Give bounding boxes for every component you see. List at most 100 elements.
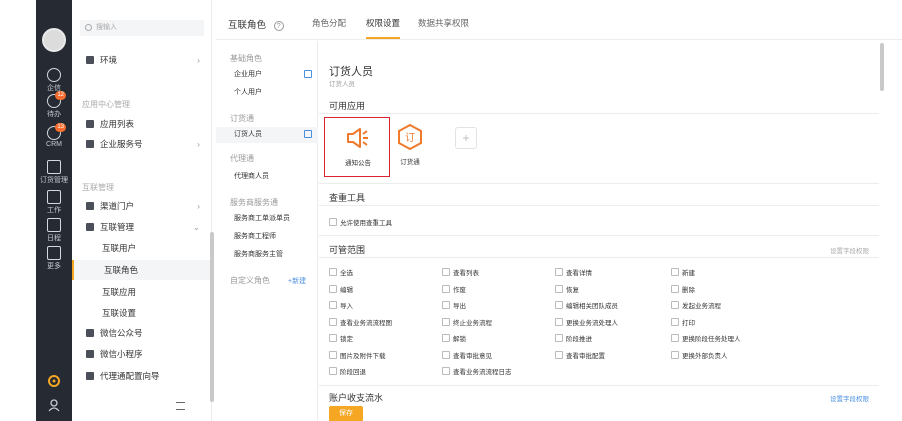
divider <box>319 235 879 236</box>
bar-chart-icon <box>86 202 94 210</box>
permission-checkbox[interactable]: 导入 <box>329 300 353 310</box>
top-tabs: 互联角色 ? 角色分配 权限设置 数据共享权限 <box>216 0 902 40</box>
sidebar-item-wechat-official[interactable]: 微信公众号 <box>72 323 212 343</box>
permission-checkbox[interactable]: 查看列表 <box>442 267 479 277</box>
rail-item-order[interactable]: 订货管理 <box>36 160 72 185</box>
megaphone-icon <box>347 128 368 148</box>
rail-item-work[interactable]: 工作 <box>36 190 72 215</box>
permission-checkbox[interactable]: 锁定 <box>329 333 353 343</box>
edit-icon[interactable] <box>304 130 312 138</box>
app-tile-order[interactable]: 订 订货通 <box>385 117 435 177</box>
tab-data-share[interactable]: 数据共享权限 <box>418 17 469 29</box>
permission-checkbox[interactable]: 作废 <box>442 284 466 294</box>
dup-check-checkbox[interactable]: 允许使用查重工具 <box>329 217 392 227</box>
field-permission-link[interactable]: 设置字段权限 <box>830 245 869 255</box>
sidebar-item-interconnect-settings[interactable]: 互联设置 <box>72 303 212 323</box>
tab-role-assign[interactable]: 角色分配 <box>312 17 346 29</box>
sidebar-item-app-list[interactable]: 应用列表 <box>72 114 212 134</box>
permission-checkbox[interactable]: 删除 <box>671 284 695 294</box>
permission-checkbox[interactable]: 解锁 <box>442 333 466 343</box>
admin-sidebar: 搜输入 环境 › 应用中心管理 应用列表 企业服务号 › 互联管理 渠道门户 ›… <box>72 0 212 421</box>
rail-item-crm[interactable]: 13 CRM <box>36 123 72 148</box>
chevron-down-icon: ⌄ <box>192 222 200 232</box>
permission-checkbox[interactable]: 查看业务流流程日志 <box>442 366 512 376</box>
sidebar-search-input[interactable]: 搜输入 <box>80 20 204 36</box>
sidebar-item-interconnect-manage[interactable]: 互联管理 ⌄ <box>72 217 212 237</box>
user-icon[interactable] <box>36 398 72 414</box>
rail-item-chat[interactable]: 企信 <box>36 68 72 93</box>
chevron-right-icon: › <box>197 139 200 149</box>
monitor-icon <box>86 140 94 148</box>
main-scrollbar[interactable] <box>879 41 885 421</box>
role-item-enterprise-user[interactable]: 企业用户 <box>216 67 318 83</box>
new-role-link[interactable]: +新建 <box>288 276 306 286</box>
sidebar-item-environment[interactable]: 环境 › <box>72 50 212 70</box>
collapse-icon[interactable] <box>176 402 185 410</box>
sidebar-item-wechat-miniapp[interactable]: 微信小程序 <box>72 344 212 364</box>
tab-permission-settings[interactable]: 权限设置 <box>366 17 401 39</box>
app-tile-notice[interactable]: 通知公告 <box>324 117 390 177</box>
role-subtitle: 订货人员 <box>329 81 355 88</box>
permission-checkbox[interactable]: 阶段回退 <box>329 366 366 376</box>
app-rail: 企信 12 待办 13 CRM 订货管理 工作 日程 更多 <box>36 0 72 421</box>
rail-item-more[interactable]: 更多 <box>36 246 72 271</box>
sidebar-item-channel-portal[interactable]: 渠道门户 › <box>72 196 212 216</box>
permission-checkbox[interactable]: 查看详情 <box>555 267 592 277</box>
permission-checkbox[interactable]: 更换阶段任务处理人 <box>671 333 741 343</box>
sidebar-item-agent-wizard[interactable]: 代理通配置向导 <box>72 366 212 386</box>
wechat-icon <box>86 329 94 337</box>
settings-icon[interactable] <box>36 374 72 390</box>
work-icon <box>47 190 61 204</box>
add-app-button[interactable]: + <box>455 127 477 149</box>
svg-text:订: 订 <box>405 132 415 144</box>
permission-checkbox[interactable]: 编辑相关团队成员 <box>555 300 618 310</box>
account-field-permission-link[interactable]: 设置字段权限 <box>830 393 869 403</box>
rail-item-calendar[interactable]: 日程 <box>36 218 72 243</box>
role-group-agent: 代理通 <box>230 154 254 163</box>
permission-checkbox[interactable]: 终止业务流程 <box>442 317 492 327</box>
permission-checkbox[interactable]: 导出 <box>442 300 466 310</box>
edit-icon[interactable] <box>304 70 312 78</box>
role-item-dispatcher[interactable]: 服务商工单派单员 <box>216 211 318 227</box>
role-group-custom: 自定义角色 <box>230 276 270 285</box>
permission-checkbox[interactable]: 阶段推进 <box>555 333 592 343</box>
account-section-title: 账户收支流水 <box>329 393 384 403</box>
permission-checkbox[interactable]: 查看审批配置 <box>555 350 605 360</box>
sidebar-item-interconnect-users[interactable]: 互联用户 <box>72 238 212 258</box>
permission-checkbox[interactable]: 恢复 <box>555 284 579 294</box>
role-item-personal-user[interactable]: 个人用户 <box>216 85 318 101</box>
divider <box>319 205 879 206</box>
rail-item-todo[interactable]: 12 待办 <box>36 91 72 119</box>
divider <box>319 257 879 258</box>
help-icon[interactable]: ? <box>273 21 284 31</box>
role-item-supervisor[interactable]: 服务商服务主管 <box>216 247 318 263</box>
permission-checkbox[interactable]: 查看审批意见 <box>442 350 492 360</box>
todo-badge: 12 <box>55 91 66 100</box>
permission-checkbox[interactable]: 编辑 <box>329 284 353 294</box>
permission-checkbox[interactable]: 全选 <box>329 267 353 277</box>
search-icon <box>85 24 92 31</box>
sidebar-item-interconnect-apps[interactable]: 互联应用 <box>72 282 212 302</box>
role-item-engineer[interactable]: 服务商工程师 <box>216 229 318 245</box>
role-item-order-staff[interactable]: 订货人员 <box>216 127 318 143</box>
sidebar-scrollbar[interactable] <box>210 0 214 421</box>
sidebar-item-interconnect-roles[interactable]: 互联角色 <box>72 260 212 280</box>
permission-checkbox[interactable]: 打印 <box>671 317 695 327</box>
chevron-right-icon: › <box>197 55 200 65</box>
role-item-agent-staff[interactable]: 代理商人员 <box>216 169 318 185</box>
permission-checkbox[interactable]: 新建 <box>671 267 695 277</box>
permission-checkbox[interactable]: 图片及附件下载 <box>329 350 386 360</box>
permission-checkbox[interactable]: 查看业务流流程图 <box>329 317 392 327</box>
permission-checkbox[interactable]: 更换外部负责人 <box>671 350 728 360</box>
scope-section-title: 可管范围 <box>329 245 366 255</box>
save-button[interactable]: 保存 <box>329 406 363 421</box>
avatar[interactable] <box>42 28 66 52</box>
order-hex-icon: 订 <box>398 123 422 151</box>
miniapp-icon <box>86 350 94 358</box>
chat-icon <box>47 68 61 82</box>
role-list: 基础角色 企业用户 个人用户 订货通 订货人员 代理通 代理商人员 服务商服务通… <box>216 41 318 421</box>
sidebar-item-service-account[interactable]: 企业服务号 › <box>72 134 212 154</box>
permission-checkbox[interactable]: 发起业务流程 <box>671 300 721 310</box>
role-group-basic: 基础角色 <box>230 54 262 63</box>
permission-checkbox[interactable]: 更换业务流处理人 <box>555 317 618 327</box>
